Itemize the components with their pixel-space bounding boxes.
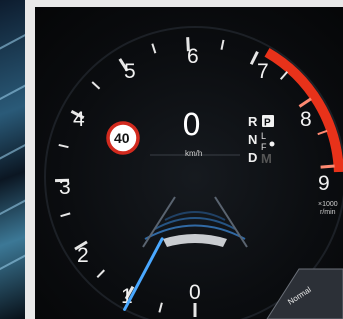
cluster-graphics: 0 1 2 3 4 5 6 7 8 9 ×1000 r/min 40 0 km/… (44, 26, 343, 319)
speed-value: 0 (182, 108, 201, 143)
gear-n: N (248, 132, 257, 147)
speed-unit: km/h (185, 149, 202, 158)
car-silhouette-icon (163, 234, 227, 247)
tach-number-0: 0 (189, 281, 201, 304)
minor-tick (60, 212, 71, 218)
tach-number-9: 9 (318, 172, 330, 195)
tach-number-6: 6 (187, 45, 199, 68)
speed-limit-sign: 40 (106, 121, 140, 155)
minor-tick (96, 269, 106, 278)
major-tick (320, 164, 335, 169)
tach-number-5: 5 (124, 60, 136, 83)
drive-mode-badge: Normal (266, 268, 343, 319)
minor-tick (58, 143, 69, 149)
tach-number-4: 4 (73, 108, 85, 131)
minor-tick (158, 302, 163, 313)
lane-assist-graphic (142, 196, 248, 248)
gear-indicator-dot-icon (269, 141, 275, 147)
minor-tick (317, 129, 328, 136)
tach-number-3: 3 (59, 176, 71, 199)
gear-m: M (261, 151, 272, 166)
minor-tick (279, 71, 289, 80)
major-tick (298, 97, 312, 108)
rpm-multiplier: ×1000 (318, 201, 338, 208)
minor-tick (91, 81, 101, 90)
minor-tick (151, 43, 157, 54)
gear-l: L (261, 131, 266, 141)
rpm-unit: r/min (320, 209, 336, 216)
tachometer-numbers: 0 1 2 3 4 5 6 7 8 9 (59, 45, 330, 308)
tach-number-8: 8 (300, 108, 312, 131)
gear-p: P (264, 118, 271, 129)
tachometer-ticks (55, 37, 335, 317)
instrument-cluster: 0 1 2 3 4 5 6 7 8 9 ×1000 r/min 40 0 km/… (35, 7, 343, 319)
tachometer-needle (123, 237, 164, 311)
gear-selector: R N D P L F M (248, 114, 275, 166)
left-side-panel (0, 0, 25, 319)
gear-d: D (248, 150, 257, 165)
gear-r: R (248, 114, 258, 129)
tach-number-7: 7 (257, 60, 269, 83)
speed-limit-value: 40 (114, 130, 130, 146)
tach-number-2: 2 (77, 244, 89, 267)
minor-tick (220, 39, 225, 50)
